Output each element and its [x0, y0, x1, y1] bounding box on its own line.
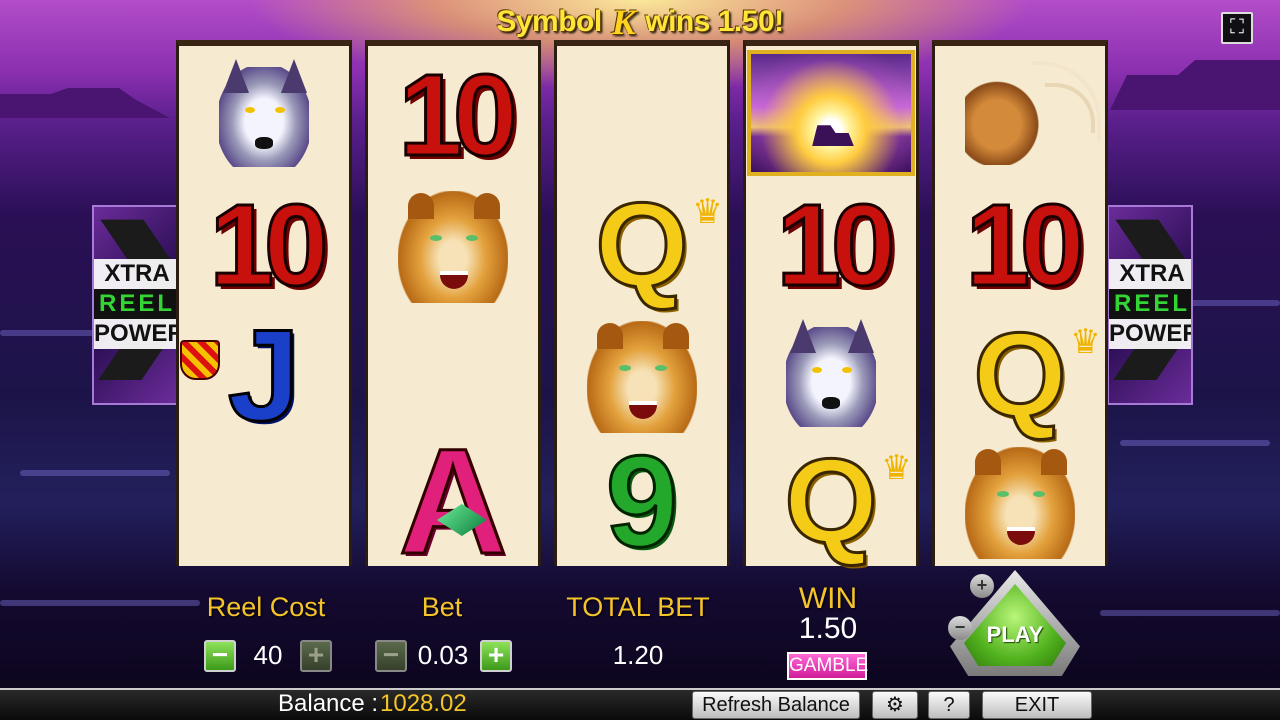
bet-label: Bet: [421, 592, 463, 622]
exit-button[interactable]: EXIT: [982, 691, 1092, 719]
sunset-scatter-symbol-icon: [747, 50, 915, 176]
cougar-symbol-icon: [567, 315, 717, 435]
reel-cell: 10: [368, 50, 538, 180]
reel-cell: J: [179, 309, 349, 442]
ground-streak: [20, 470, 170, 476]
reel-4: 10 Q ♛: [743, 40, 919, 566]
reel-cell: Q ♛: [557, 180, 727, 310]
king-symbol-icon: K: [611, 2, 636, 42]
panel-line-power: POWER: [1109, 319, 1193, 349]
jack-symbol: J: [179, 309, 302, 442]
win-message: Symbol K wins 1.50!: [0, 2, 1280, 42]
xtra-reel-power-panel-right: X XTRA REEL POWER: [1107, 205, 1193, 405]
queen-symbol: Q ♛: [594, 178, 723, 312]
reel-5: 10 Q ♛: [932, 40, 1108, 566]
reel-cell: Q ♛: [746, 436, 916, 566]
win-message-prefix: Symbol: [496, 5, 602, 38]
gear-icon: ⚙: [886, 694, 904, 716]
gamble-button[interactable]: GAMBLE: [787, 652, 868, 680]
refresh-balance-button[interactable]: Refresh Balance: [692, 691, 860, 719]
reel-cell: [179, 50, 349, 180]
reel-cell: 10: [935, 180, 1105, 310]
panel-line-power: POWER: [94, 319, 178, 349]
reel-3: Q ♛ 9: [554, 40, 730, 574]
help-button[interactable]: ?: [928, 691, 970, 719]
cougar-symbol-icon: [945, 441, 1095, 561]
settings-button[interactable]: ⚙: [872, 691, 918, 719]
total-bet-value: 1.20: [612, 640, 664, 670]
ten-symbol: 10: [397, 50, 519, 180]
reel-cost-label: Reel Cost: [206, 592, 326, 622]
reel-cell: [935, 436, 1105, 566]
reel-cost-value: 40: [253, 640, 283, 670]
win-label: WIN: [798, 582, 858, 615]
panel-line-reel: REEL: [1109, 289, 1191, 319]
win-value: 1.50: [798, 612, 858, 645]
elk-symbol-icon: [945, 55, 1101, 175]
panel-line-reel: REEL: [94, 289, 176, 319]
ten-symbol: 10: [775, 180, 897, 310]
ground-streak: [1100, 610, 1280, 616]
queen-symbol: Q ♛: [972, 308, 1101, 442]
crown-icon: ♛: [1070, 323, 1101, 361]
wolf-symbol-icon: [189, 55, 339, 175]
reel-cell: [935, 50, 1105, 180]
fullscreen-button[interactable]: ⛶: [1221, 12, 1253, 44]
reel-cell: Q ♛: [935, 310, 1105, 440]
ten-symbol: 10: [208, 180, 330, 310]
panel-line-xtra: XTRA: [1109, 259, 1191, 289]
reel-cost-minus-button[interactable]: −: [204, 640, 236, 672]
reel-cost-plus-button[interactable]: +: [300, 640, 332, 672]
balance-value: 1028.02: [380, 690, 467, 717]
reel-cell: [368, 180, 538, 310]
reel-cell: A: [368, 425, 538, 578]
reel-2: 10 A: [365, 40, 541, 578]
xtra-reel-power-panel-left: X XTRA REEL POWER: [92, 205, 178, 405]
total-bet-label: TOTAL BET: [566, 592, 710, 622]
crown-icon: ♛: [881, 449, 912, 487]
queen-symbol: Q ♛: [783, 434, 912, 568]
crown-icon: ♛: [692, 193, 723, 231]
reel-cell: [557, 310, 727, 440]
win-message-suffix: wins 1.50!: [645, 5, 784, 38]
wolf-symbol-icon: [756, 315, 906, 435]
shield-icon: [179, 340, 220, 380]
reel-cell: [746, 310, 916, 440]
ten-symbol: 10: [964, 180, 1086, 310]
play-control: PLAY + −: [940, 566, 1080, 680]
reel-cell: 10: [179, 180, 349, 310]
bet-minus-button[interactable]: −: [375, 640, 407, 672]
reel-cell: 9: [557, 428, 727, 574]
cougar-symbol-icon: [378, 185, 528, 305]
ground-streak: [1120, 440, 1270, 446]
ground-streak: [0, 600, 200, 606]
ace-symbol: A: [397, 417, 508, 585]
background-mesa-right: [1110, 60, 1280, 110]
nine-symbol: 9: [604, 428, 679, 574]
bet-plus-button[interactable]: +: [480, 640, 512, 672]
background-mesa-left: [0, 88, 170, 118]
reel-cell: [746, 48, 916, 178]
lines-plus-button[interactable]: +: [970, 574, 994, 598]
reel-1: 10 J: [176, 40, 352, 566]
reel-cell: 10: [746, 180, 916, 310]
lines-minus-button[interactable]: −: [948, 616, 972, 640]
fullscreen-icon: ⛶: [1230, 16, 1244, 38]
panel-line-xtra: XTRA: [94, 259, 176, 289]
bet-value: 0.03: [417, 640, 469, 670]
balance-label: Balance :: [278, 690, 379, 717]
